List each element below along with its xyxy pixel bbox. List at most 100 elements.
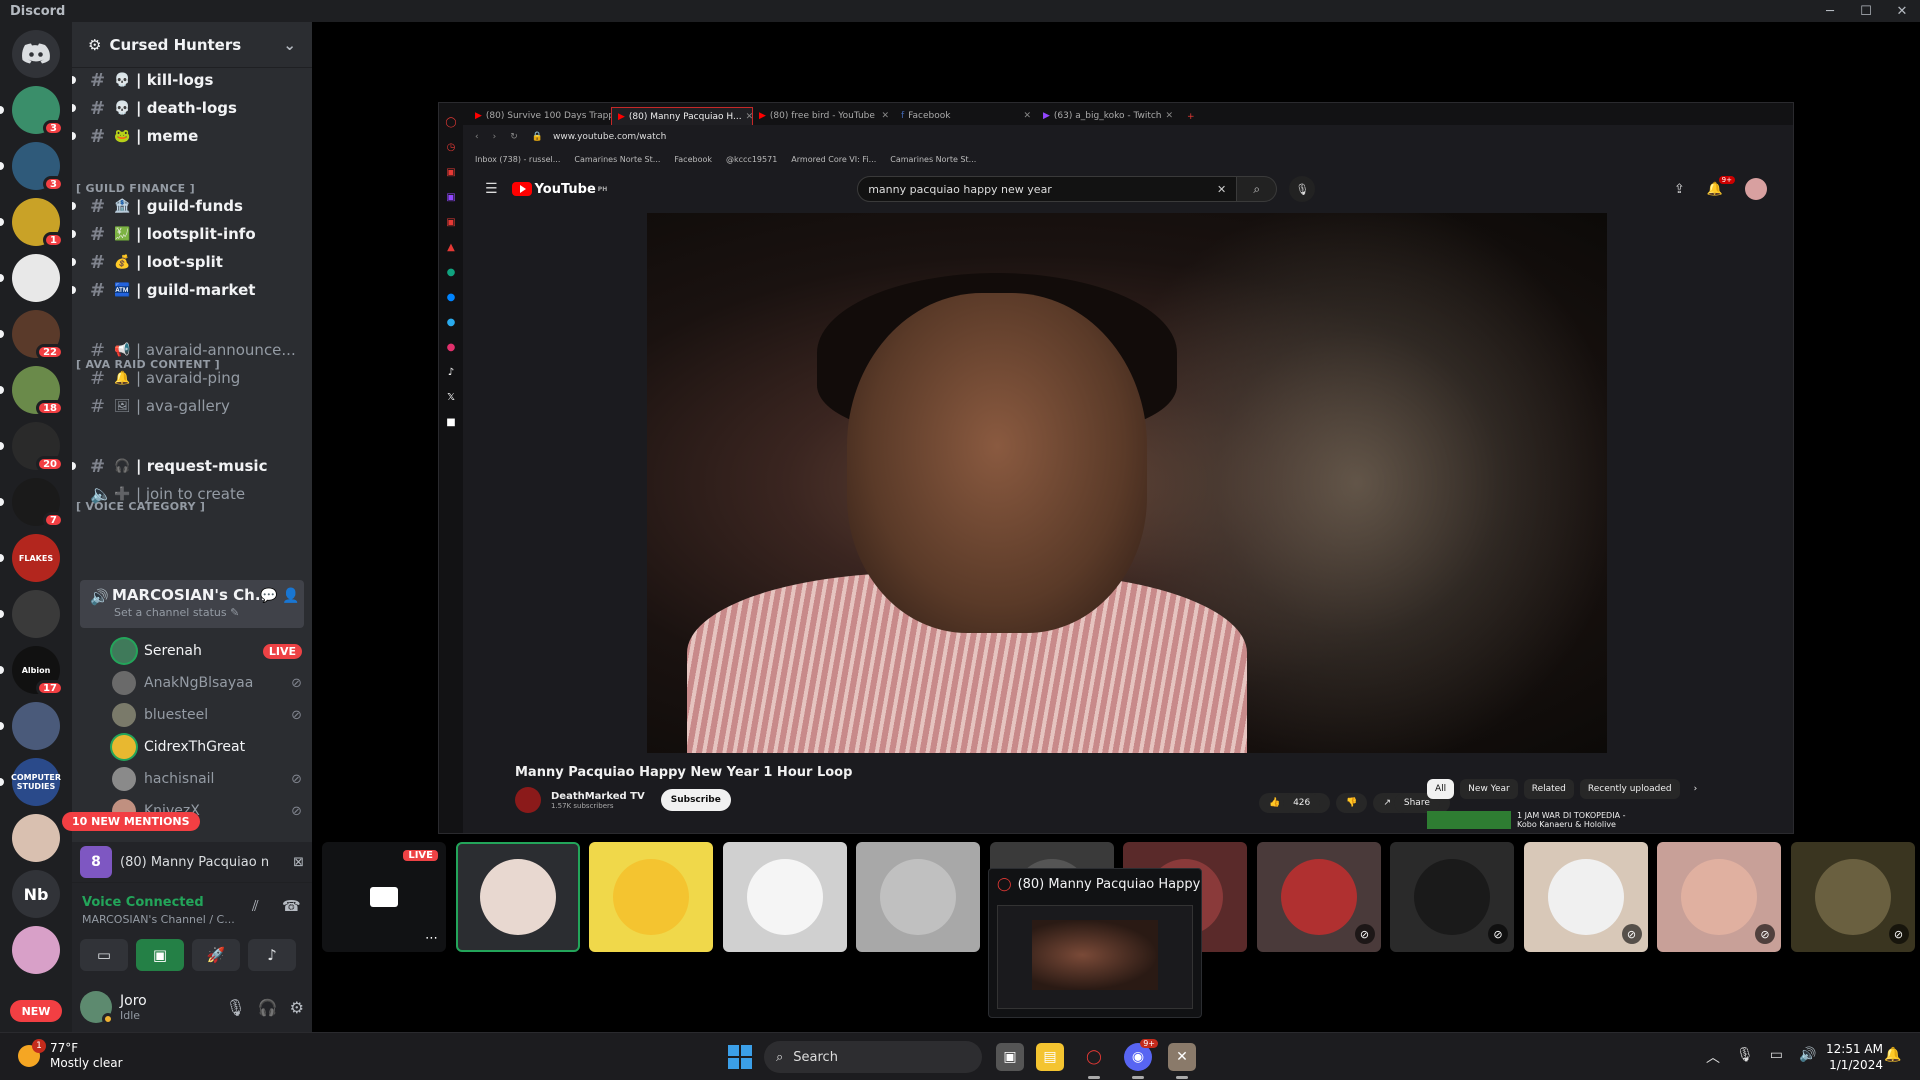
server-icon[interactable]: COMPUTER STUDIES: [0, 758, 61, 806]
filter-chip[interactable]: Related: [1523, 779, 1574, 799]
volume-icon[interactable]: 🔊: [1799, 1047, 1816, 1067]
voice-search-icon[interactable]: 🎙: [1289, 176, 1316, 202]
like-button[interactable]: 👍 426: [1259, 793, 1331, 813]
participant-tile[interactable]: ⊘: [1790, 842, 1915, 952]
taskbar-search[interactable]: ⌕ Search: [764, 1041, 982, 1073]
close-tab-icon[interactable]: ✕: [877, 111, 889, 121]
hamburger-menu-icon[interactable]: ☰: [485, 181, 498, 197]
participant-tile[interactable]: ⊘: [1390, 842, 1514, 952]
server-icon[interactable]: 20: [0, 422, 64, 472]
voice-channel-path[interactable]: MARCOSIAN's Channel / C...: [82, 913, 235, 926]
tray-mic-icon[interactable]: 🎙: [1736, 1047, 1754, 1067]
minimize-button[interactable]: ─: [1812, 4, 1848, 19]
url-field[interactable]: www.youtube.com/watch: [553, 132, 666, 142]
voice-connected-label[interactable]: Voice Connected: [82, 895, 204, 910]
avatar[interactable]: [80, 991, 114, 1025]
server-icon[interactable]: [0, 254, 60, 302]
category-ava-raid[interactable]: [ AVA RAID CONTENT ]: [76, 358, 220, 371]
text-channel[interactable]: # 🖼 | ava-gallery: [80, 390, 304, 422]
chevron-down-icon[interactable]: ⌄: [283, 36, 296, 54]
browser-tab[interactable]: f Facebook ✕: [895, 107, 1037, 125]
opera-browser-icon[interactable]: ◯: [1080, 1043, 1108, 1079]
close-tab-icon[interactable]: ✕: [742, 112, 752, 122]
voice-member[interactable]: hachisnail ⊘: [112, 764, 302, 794]
server-icon[interactable]: [0, 702, 60, 750]
invite-icon[interactable]: 👤: [282, 588, 299, 604]
video-player[interactable]: [647, 213, 1607, 753]
discord-taskbar-icon[interactable]: ◉ 9+: [1124, 1039, 1158, 1079]
dislike-icon[interactable]: 👎: [1336, 793, 1368, 813]
weather-widget[interactable]: 1 77°F Mostly clear: [18, 1039, 123, 1071]
maximize-button[interactable]: ☐: [1848, 4, 1884, 19]
server-icon[interactable]: [12, 926, 60, 974]
server-icon[interactable]: FLAKES: [0, 534, 60, 582]
bookmark-item[interactable]: Camarines Norte St...: [890, 155, 976, 164]
shared-screen-browser[interactable]: ◯ ◷ ▣ ▣ ▣ ▲ ● ● ● ● ♪ 𝕏 ■ ▶ (80) Survive …: [438, 102, 1794, 834]
server-icon[interactable]: Albion 17: [0, 646, 64, 696]
participant-tile[interactable]: [722, 842, 847, 952]
noise-suppression-icon[interactable]: ⫽: [252, 897, 259, 915]
browser-tab[interactable]: ▶ (80) Manny Pacquiao H... ✕: [611, 107, 753, 125]
filter-chip[interactable]: Recently uploaded: [1579, 779, 1680, 799]
new-mentions-pill[interactable]: 10 NEW MENTIONS: [62, 812, 200, 831]
forward-icon[interactable]: ›: [493, 132, 497, 142]
voice-member[interactable]: bluesteel ⊘: [112, 700, 302, 730]
screen-share-icon[interactable]: ▣: [136, 939, 184, 971]
participant-tile[interactable]: [455, 842, 580, 952]
headphones-icon[interactable]: 🎧: [258, 998, 278, 1017]
back-icon[interactable]: ‹: [475, 132, 479, 142]
youtube-logo[interactable]: YouTube PH: [511, 182, 607, 197]
server-icon[interactable]: 18: [0, 366, 64, 416]
upload-icon[interactable]: ⇪: [1674, 182, 1685, 197]
bookmark-item[interactable]: Camarines Norte St...: [574, 155, 660, 164]
browser-tab[interactable]: ▶ (63) a_big_koko - Twitch ✕: [1037, 107, 1179, 125]
settings-gear-icon[interactable]: ⚙: [290, 998, 304, 1017]
participant-tile[interactable]: [856, 842, 980, 952]
bookmark-item[interactable]: Inbox (738) - russel...: [475, 155, 560, 164]
discord-home-icon[interactable]: [12, 30, 60, 78]
file-explorer-icon[interactable]: ▤: [1036, 1043, 1064, 1071]
youtube-account-avatar[interactable]: [1745, 178, 1767, 200]
channel-name[interactable]: DeathMarked TV: [551, 791, 645, 802]
text-channel[interactable]: # 🏧 | guild-market: [72, 274, 304, 306]
more-options-icon[interactable]: ⋯: [425, 931, 438, 946]
participant-tile[interactable]: [589, 842, 713, 952]
voice-member[interactable]: CidrexThGreat: [112, 732, 302, 762]
subscribe-button[interactable]: Subscribe: [660, 789, 731, 811]
taskbar-clock[interactable]: 12:51 AM 1/1/2024: [1826, 1041, 1883, 1073]
text-channel[interactable]: # 🐸 | meme: [72, 120, 304, 152]
windows-start-icon[interactable]: [728, 1045, 752, 1069]
tray-chevron-icon[interactable]: ︿: [1706, 1047, 1720, 1067]
active-voice-channel[interactable]: 🔊 MARCOSIAN's Ch... Set a channel status…: [80, 580, 304, 628]
disconnect-icon[interactable]: ☎: [282, 897, 301, 915]
guild-header[interactable]: ⚙ Cursed Hunters ⌄: [72, 22, 312, 68]
server-icon[interactable]: 3: [0, 86, 64, 136]
channel-avatar[interactable]: [515, 787, 541, 813]
new-unreads-button[interactable]: NEW: [10, 1000, 62, 1022]
browser-tab[interactable]: ▶ (80) free bird - YouTube ✕: [753, 107, 895, 125]
bookmark-item[interactable]: Armored Core VI: Fi...: [791, 155, 876, 164]
rocket-activity-icon[interactable]: 🚀: [192, 939, 240, 971]
participant-tile[interactable]: ⊘: [1256, 842, 1381, 952]
reload-icon[interactable]: ↻: [510, 132, 518, 142]
game-app-icon[interactable]: ✕: [1168, 1043, 1196, 1079]
server-icon[interactable]: Nb: [12, 870, 60, 918]
own-stream-tile[interactable]: LIVE ⋯: [322, 842, 446, 952]
notification-bell-icon[interactable]: 🔔: [1884, 1047, 1901, 1063]
chips-next-icon[interactable]: ›: [1686, 779, 1706, 799]
category-guild-finance[interactable]: [ GUILD FINANCE ]: [76, 182, 195, 195]
server-icon[interactable]: [12, 814, 60, 862]
close-button[interactable]: ✕: [1884, 4, 1920, 19]
voice-member[interactable]: AnakNgBlsayaa ⊘: [112, 668, 302, 698]
close-tab-icon[interactable]: ✕: [1019, 111, 1031, 121]
new-tab-icon[interactable]: +: [1187, 112, 1195, 122]
filter-chip[interactable]: All: [1427, 779, 1455, 799]
bookmark-item[interactable]: @kccc19571: [726, 155, 777, 164]
search-icon[interactable]: ⌕: [1237, 176, 1278, 202]
activity-bar[interactable]: 8 (80) Manny Pacquiao n... ⊠: [72, 842, 312, 882]
network-icon[interactable]: ▭: [1770, 1047, 1783, 1067]
participant-tile[interactable]: ⊘: [1523, 842, 1648, 952]
notifications-bell-icon[interactable]: 🔔 9+: [1707, 175, 1735, 197]
youtube-search-input[interactable]: manny pacquiao happy new year ✕: [857, 176, 1238, 202]
bookmark-item[interactable]: Facebook: [674, 155, 712, 164]
